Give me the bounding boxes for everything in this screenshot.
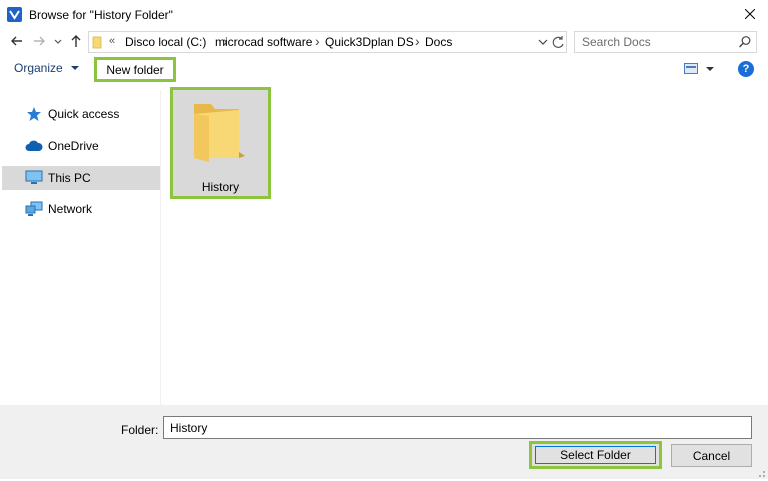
help-icon: ? <box>742 63 750 75</box>
navigation-pane: Quick access OneDrive This PC Network <box>0 90 160 405</box>
resize-grip-icon[interactable] <box>756 467 766 477</box>
search-input[interactable]: Search Docs <box>582 35 651 49</box>
organize-label: Organize <box>14 61 63 75</box>
folder-item-label: History <box>201 180 240 194</box>
help-button[interactable]: ? <box>738 61 754 77</box>
folder-item-history[interactable]: History <box>170 87 271 199</box>
arrow-up-icon <box>71 35 81 47</box>
sidebar-item-label: OneDrive <box>48 139 99 153</box>
breadcrumb-docs[interactable]: Docs <box>425 35 452 49</box>
view-options-icon <box>684 63 698 74</box>
breadcrumb-separator-icon[interactable]: › <box>315 33 320 49</box>
chevron-down-icon <box>706 67 714 71</box>
arrow-right-icon <box>34 36 45 46</box>
folder-icon <box>92 36 102 49</box>
window-title: Browse for "History Folder" <box>29 8 173 22</box>
cancel-label: Cancel <box>692 448 731 463</box>
star-icon <box>25 106 43 122</box>
cancel-button[interactable]: Cancel <box>671 444 752 467</box>
address-dropdown-button[interactable] <box>537 35 549 49</box>
close-button[interactable] <box>735 3 765 25</box>
close-icon <box>745 9 755 19</box>
breadcrumb-drive[interactable]: Disco local (C:) <box>125 35 206 49</box>
sidebar-item-label: This PC <box>48 171 91 185</box>
address-bar[interactable]: « Disco local (C:) › microcad software ›… <box>88 31 567 53</box>
forward-button[interactable] <box>32 32 48 50</box>
folder-field-label: Folder: <box>121 423 159 437</box>
refresh-button[interactable] <box>551 34 565 50</box>
change-view-button[interactable] <box>684 61 716 77</box>
arrow-left-icon <box>11 36 22 46</box>
folder-name-input[interactable] <box>163 416 752 439</box>
back-button[interactable] <box>8 32 26 50</box>
sidebar-item-this-pc[interactable]: This PC <box>2 166 160 190</box>
search-icon[interactable] <box>738 35 752 49</box>
address-overflow[interactable]: « <box>109 35 115 47</box>
select-folder-button[interactable]: Select Folder <box>529 441 662 469</box>
up-button[interactable] <box>68 32 84 50</box>
select-folder-focus-ring: Select Folder <box>535 446 656 464</box>
monitor-icon <box>25 170 43 186</box>
new-folder-label: New folder <box>106 62 164 77</box>
network-icon <box>25 201 43 217</box>
sidebar-item-onedrive[interactable]: OneDrive <box>0 134 160 158</box>
sidebar-item-label: Network <box>48 202 93 216</box>
refresh-icon <box>552 36 564 48</box>
chevron-down-icon <box>54 39 62 44</box>
title-bar: Browse for "History Folder" <box>0 0 768 29</box>
breadcrumb-microcad-label[interactable]: microcad software <box>215 35 312 49</box>
dialog-footer: Folder: Select Folder Cancel <box>0 405 768 479</box>
breadcrumb-separator-icon[interactable]: › <box>415 33 420 49</box>
sidebar-item-label: Quick access <box>48 107 120 121</box>
recent-locations-button[interactable] <box>52 32 64 50</box>
new-folder-button[interactable]: New folder <box>94 57 176 82</box>
chevron-down-icon <box>71 66 80 70</box>
pane-divider[interactable] <box>160 90 161 405</box>
chevron-down-icon <box>538 39 548 45</box>
breadcrumb-quick3dplan[interactable]: Quick3Dplan DS <box>325 35 414 49</box>
sidebar-item-quick-access[interactable]: Quick access <box>0 102 160 126</box>
folder-icon <box>191 100 249 162</box>
app-icon <box>7 7 22 22</box>
sidebar-item-network[interactable]: Network <box>0 197 160 221</box>
search-box[interactable]: Search Docs <box>574 31 757 53</box>
select-folder-label: Select Folder <box>560 448 631 462</box>
cloud-icon <box>25 138 43 154</box>
organize-button[interactable]: Organize <box>8 58 86 80</box>
